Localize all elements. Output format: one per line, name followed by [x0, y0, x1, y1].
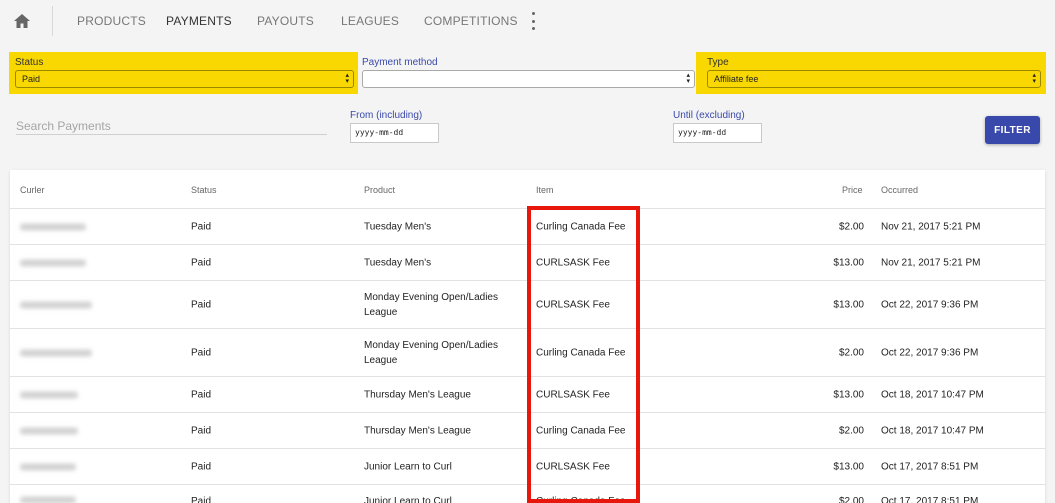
table-row[interactable]: Paid Junior Learn to Curl Curling Canada…	[10, 485, 1045, 503]
status-cell: Paid	[191, 496, 212, 503]
item-cell: CURLSASK Fee	[536, 299, 610, 310]
price-cell: $13.00	[833, 299, 864, 310]
header-product[interactable]: Product	[364, 185, 395, 195]
product-cell: Tuesday Men's	[364, 257, 432, 268]
status-cell: Paid	[191, 257, 212, 268]
item-cell: Curling Canada Fee	[536, 425, 626, 436]
status-cell: Paid	[191, 425, 212, 436]
nav-products[interactable]: PRODUCTS	[77, 14, 146, 28]
table-row[interactable]: Paid Junior Learn to Curl CURLSASK Fee $…	[10, 449, 1045, 485]
status-cell: Paid	[191, 221, 212, 232]
occurred-cell: Nov 21, 2017 5:21 PM	[881, 221, 981, 232]
type-value: Affiliate fee	[714, 74, 759, 84]
nav-leagues[interactable]: LEAGUES	[341, 14, 399, 28]
table-row[interactable]: Paid Thursday Men's League Curling Canad…	[10, 413, 1045, 449]
occurred-cell: Oct 17, 2017 8:51 PM	[881, 461, 979, 472]
table-row[interactable]: Paid Tuesday Men's CURLSASK Fee $13.00 N…	[10, 245, 1045, 281]
curler-name-redacted	[20, 259, 86, 266]
header-occurred[interactable]: Occurred	[881, 185, 918, 195]
type-label: Type	[707, 57, 729, 68]
until-date-input[interactable]: yyyy-mm-dd	[673, 123, 762, 143]
table-row[interactable]: Paid Tuesday Men's Curling Canada Fee $2…	[10, 209, 1045, 245]
item-cell: CURLSASK Fee	[536, 461, 610, 472]
select-arrows-icon: ▴ ▾	[345, 72, 349, 85]
payment-method-label: Payment method	[362, 57, 438, 68]
price-cell: $13.00	[833, 461, 864, 472]
price-cell: $2.00	[838, 221, 864, 232]
home-icon[interactable]	[10, 9, 34, 33]
curler-name-redacted	[20, 427, 78, 434]
from-date-input[interactable]: yyyy-mm-dd	[350, 123, 439, 143]
price-cell: $2.00	[838, 425, 864, 436]
status-label: Status	[15, 57, 44, 68]
price-cell: $2.00	[838, 347, 864, 358]
price-cell: $13.00	[833, 389, 864, 400]
type-select[interactable]: Affiliate fee ▴ ▾	[707, 70, 1041, 88]
table-header: Curler Status Product Item Price Occurre…	[10, 170, 1045, 209]
table-row[interactable]: Paid Monday Evening Open/Ladies League C…	[10, 281, 1045, 329]
product-cell: Thursday Men's League	[364, 425, 471, 436]
occurred-cell: Oct 18, 2017 10:47 PM	[881, 425, 984, 436]
nav-payouts[interactable]: PAYOUTS	[257, 14, 314, 28]
price-cell: $13.00	[833, 257, 864, 268]
product-cell: Monday Evening Open/Ladies League	[364, 291, 498, 318]
occurred-cell: Oct 22, 2017 9:36 PM	[881, 347, 979, 358]
product-cell: Junior Learn to Curl	[364, 461, 452, 472]
curler-name-redacted	[20, 349, 92, 356]
nav-divider	[52, 6, 53, 36]
filter-button[interactable]: FILTER	[985, 116, 1040, 144]
header-price[interactable]: Price	[842, 185, 863, 195]
product-cell: Thursday Men's League	[364, 389, 471, 400]
status-filter: Status Paid ▴ ▾	[9, 52, 358, 94]
item-cell: Curling Canada Fee	[536, 496, 626, 503]
status-cell: Paid	[191, 299, 212, 310]
more-vertical-icon[interactable]	[527, 12, 539, 30]
occurred-cell: Oct 17, 2017 8:51 PM	[881, 496, 979, 503]
status-cell: Paid	[191, 347, 212, 358]
top-nav: PRODUCTS PAYMENTS PAYOUTS LEAGUES COMPET…	[0, 0, 1055, 42]
until-date-label: Until (excluding)	[673, 110, 745, 121]
payments-table: Curler Status Product Item Price Occurre…	[10, 170, 1045, 503]
select-arrows-icon: ▴ ▾	[686, 72, 690, 85]
occurred-cell: Oct 18, 2017 10:47 PM	[881, 389, 984, 400]
status-value: Paid	[22, 74, 41, 84]
item-cell: CURLSASK Fee	[536, 257, 610, 268]
item-cell: CURLSASK Fee	[536, 389, 610, 400]
header-curler[interactable]: Curler	[20, 185, 45, 195]
status-cell: Paid	[191, 389, 212, 400]
payment-method-filter: Payment method ▴ ▾	[356, 52, 698, 94]
table-row[interactable]: Paid Monday Evening Open/Ladies League C…	[10, 329, 1045, 377]
nav-payments[interactable]: PAYMENTS	[166, 14, 232, 28]
product-cell: Monday Evening Open/Ladies League	[364, 339, 498, 366]
product-cell: Tuesday Men's	[364, 221, 432, 232]
table-row[interactable]: Paid Thursday Men's League CURLSASK Fee …	[10, 377, 1045, 413]
status-cell: Paid	[191, 461, 212, 472]
payment-method-select[interactable]: ▴ ▾	[362, 70, 695, 88]
nav-competitions[interactable]: COMPETITIONS	[424, 14, 518, 28]
item-cell: Curling Canada Fee	[536, 221, 626, 232]
type-filter: Type Affiliate fee ▴ ▾	[696, 52, 1046, 94]
header-item[interactable]: Item	[536, 185, 554, 195]
product-cell: Junior Learn to Curl	[364, 496, 452, 503]
item-cell: Curling Canada Fee	[536, 347, 626, 358]
occurred-cell: Nov 21, 2017 5:21 PM	[881, 257, 981, 268]
from-date-label: From (including)	[350, 110, 423, 121]
curler-name-redacted	[20, 301, 92, 308]
select-arrows-icon: ▴ ▾	[1032, 72, 1036, 85]
curler-name-redacted	[20, 223, 86, 230]
status-select[interactable]: Paid ▴ ▾	[15, 70, 354, 88]
curler-name-redacted	[20, 391, 78, 398]
curler-name-redacted	[20, 463, 76, 470]
header-status[interactable]: Status	[191, 185, 217, 195]
price-cell: $2.00	[838, 496, 864, 503]
curler-name-redacted	[20, 496, 76, 503]
occurred-cell: Oct 22, 2017 9:36 PM	[881, 299, 979, 310]
search-input[interactable]	[16, 117, 327, 135]
